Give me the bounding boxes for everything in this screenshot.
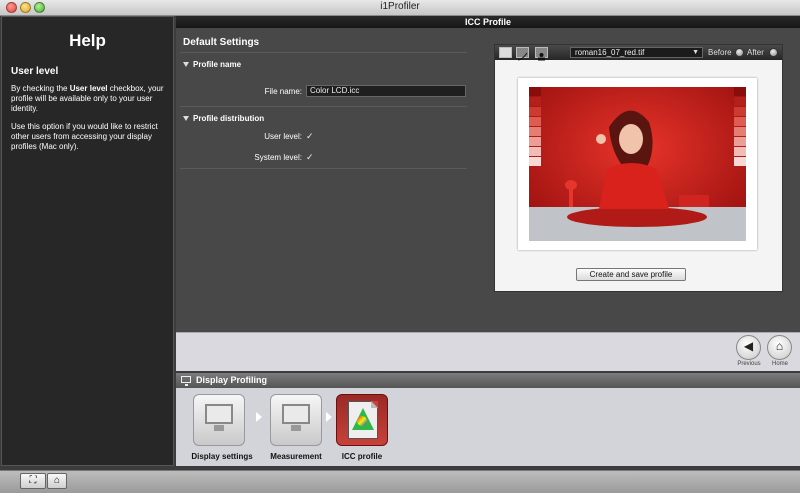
image-icon[interactable] bbox=[535, 47, 548, 61]
window-titlebar: i1Profiler bbox=[0, 0, 800, 16]
monitor-stand bbox=[291, 425, 301, 431]
divider bbox=[180, 106, 467, 107]
workflow-steps: Display settings Measurement ICC profile bbox=[176, 388, 800, 466]
disclosure-triangle-icon[interactable] bbox=[183, 62, 189, 68]
help-subtitle: User level bbox=[11, 66, 59, 77]
file-name-input[interactable]: Color LCD.icc bbox=[306, 85, 466, 97]
arrow-left-icon: ◀ bbox=[743, 339, 754, 353]
help-title: Help bbox=[69, 31, 106, 50]
home-button[interactable]: ⌂ bbox=[47, 473, 67, 489]
divider bbox=[180, 52, 467, 53]
preview-image-frame bbox=[518, 78, 757, 250]
color-patch bbox=[734, 87, 746, 96]
before-radio[interactable] bbox=[735, 48, 744, 57]
system-level-label: System level: bbox=[254, 153, 302, 162]
color-patch bbox=[734, 147, 746, 156]
color-patch bbox=[734, 127, 746, 136]
help-paragraph-2: Use this option if you would like to res… bbox=[11, 122, 158, 151]
profile-name-section[interactable]: Profile name bbox=[183, 60, 241, 69]
home-icon: ⌂ bbox=[775, 339, 784, 353]
disclosure-triangle-icon[interactable] bbox=[183, 116, 189, 122]
step-label: ICC profile bbox=[341, 452, 383, 461]
create-and-save-profile-button[interactable]: Create and save profile bbox=[576, 268, 686, 281]
bottom-toolbar: ⛶ ⌂ bbox=[0, 470, 800, 493]
preview-toolbar: roman16_07_red.tif ▼ Before After bbox=[495, 45, 782, 61]
settings-heading: Default Settings bbox=[183, 37, 260, 48]
curve-icon[interactable] bbox=[516, 47, 529, 61]
before-label: Before bbox=[708, 48, 732, 57]
monitor-icon bbox=[282, 404, 310, 424]
after-label: After bbox=[747, 48, 764, 57]
help-panel: Help User level By checking the User lev… bbox=[1, 16, 174, 466]
color-patch bbox=[529, 157, 541, 166]
color-patch bbox=[529, 97, 541, 106]
home-label: Home bbox=[771, 361, 788, 367]
color-patch bbox=[734, 157, 746, 166]
gamut-spectrum bbox=[357, 416, 367, 426]
user-level-checkbox[interactable]: ✓ bbox=[306, 132, 315, 141]
color-patch bbox=[529, 117, 541, 126]
icc-profile-icon bbox=[348, 401, 378, 439]
color-patch bbox=[734, 97, 746, 106]
step-label: Display settings bbox=[191, 452, 253, 461]
workflow-title: Display Profiling bbox=[196, 375, 268, 385]
chevron-down-icon: ▼ bbox=[692, 49, 699, 56]
home-icon: ⌂ bbox=[53, 475, 61, 486]
monitor-icon bbox=[205, 404, 233, 424]
workflow-header: Display Profiling bbox=[176, 373, 800, 388]
panel-header: ICC Profile bbox=[176, 16, 800, 28]
page-fold bbox=[371, 401, 378, 408]
preview-photo bbox=[529, 87, 746, 241]
icc-profile-pane: ICC Profile Default Settings Profile nam… bbox=[176, 16, 800, 332]
step-display-settings[interactable] bbox=[193, 394, 245, 446]
color-patch bbox=[529, 137, 541, 146]
step-measurement[interactable] bbox=[270, 394, 322, 446]
system-level-checkbox[interactable]: ✓ bbox=[306, 153, 315, 162]
monitor-icon bbox=[181, 376, 191, 386]
step-icc-profile[interactable] bbox=[336, 394, 388, 446]
color-patch bbox=[734, 117, 746, 126]
monitor-stand bbox=[214, 425, 224, 431]
window-title: i1Profiler bbox=[380, 1, 420, 12]
step-arrow-icon bbox=[256, 412, 262, 422]
preview-image-select[interactable]: roman16_07_red.tif ▼ bbox=[570, 47, 703, 58]
gamut-icon[interactable] bbox=[499, 47, 512, 58]
fullscreen-icon: ⛶ bbox=[29, 475, 37, 486]
color-patch bbox=[529, 147, 541, 156]
step-arrow-icon bbox=[326, 412, 332, 422]
previous-label: Previous bbox=[737, 361, 761, 367]
color-patch bbox=[529, 127, 541, 136]
color-patch bbox=[734, 107, 746, 116]
color-patch bbox=[529, 107, 541, 116]
divider bbox=[180, 168, 467, 169]
user-level-label: User level: bbox=[264, 132, 302, 141]
color-patch bbox=[734, 137, 746, 146]
file-name-label: File name: bbox=[264, 87, 302, 96]
fullscreen-button[interactable]: ⛶ bbox=[20, 473, 46, 489]
help-paragraph-1: By checking the User level checkbox, you… bbox=[11, 84, 164, 113]
previous-button[interactable]: ◀ bbox=[736, 335, 761, 360]
after-radio[interactable] bbox=[769, 48, 778, 57]
color-patch bbox=[529, 87, 541, 96]
navigation-bar: ◀ Previous ⌂ Home bbox=[176, 332, 800, 371]
step-label: Measurement bbox=[270, 452, 322, 461]
home-button[interactable]: ⌂ bbox=[767, 335, 792, 360]
profile-distribution-section[interactable]: Profile distribution bbox=[183, 114, 264, 123]
profile-preview: roman16_07_red.tif ▼ Before After Create… bbox=[494, 44, 783, 292]
